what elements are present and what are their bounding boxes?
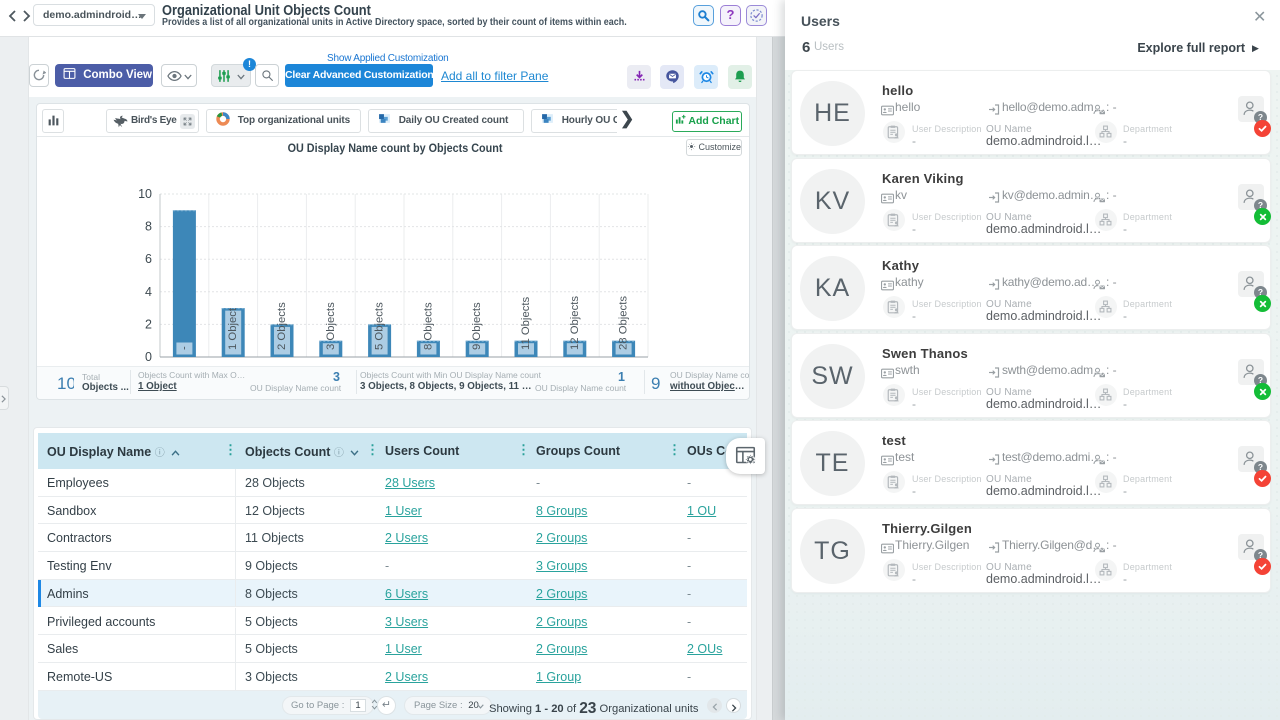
svg-text:11 Objects: 11 Objects [520, 296, 532, 350]
svg-text:0: 0 [145, 350, 152, 364]
svg-text:1 Object: 1 Object [227, 307, 239, 350]
svg-text:2 Objects: 2 Objects [276, 302, 288, 350]
svg-text:8: 8 [145, 220, 152, 234]
svg-text:9 Objects: 9 Objects [471, 302, 483, 350]
svg-text:-: - [178, 346, 190, 350]
svg-text:6: 6 [145, 252, 152, 266]
svg-text:12 Objects: 12 Objects [569, 296, 581, 350]
svg-text:8 Objects: 8 Objects [422, 302, 434, 350]
svg-text:3 Objects: 3 Objects [325, 302, 337, 350]
svg-text:2: 2 [145, 317, 152, 331]
svg-text:5 Objects: 5 Objects [374, 302, 386, 350]
svg-text:10: 10 [138, 187, 152, 201]
svg-text:28 Objects: 28 Objects [618, 296, 630, 350]
svg-text:4: 4 [145, 285, 152, 299]
